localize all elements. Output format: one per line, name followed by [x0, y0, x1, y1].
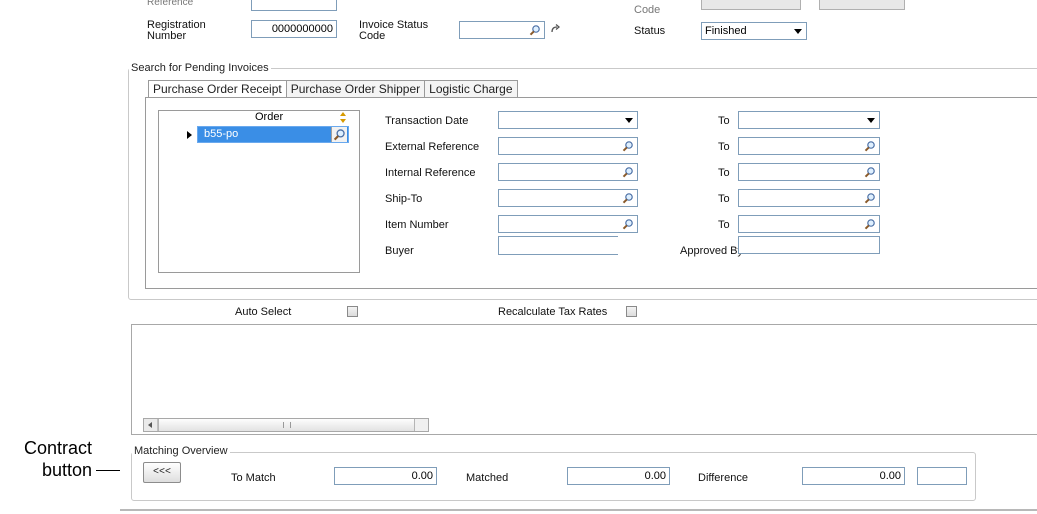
tab-purchase-order-shipper[interactable]: Purchase Order Shipper [285, 80, 426, 97]
window-bottom-border [120, 509, 1037, 511]
status-select-value: Finished [705, 25, 747, 37]
matching-overview-title: Matching Overview [132, 445, 230, 457]
item-number-from[interactable] [498, 215, 638, 233]
search-icon[interactable] [863, 139, 877, 153]
sort-arrow-icon [339, 112, 347, 123]
recalculate-tax-rates-checkbox[interactable] [626, 306, 637, 317]
order-cell: b55-po [204, 128, 239, 140]
contract-button[interactable]: <<< [143, 462, 181, 483]
refresh-arrow-icon[interactable] [549, 23, 561, 35]
difference-field[interactable]: 0.00 [802, 467, 905, 485]
annotation-line-2: button [41, 460, 92, 480]
currency-field[interactable] [917, 467, 967, 485]
registration-number-label: Registration Number [147, 19, 206, 42]
tab-logistic-charge[interactable]: Logistic Charge [424, 80, 518, 97]
external-reference-to[interactable] [738, 137, 880, 155]
row-indicator-icon [187, 131, 192, 139]
status-select[interactable]: Finished [701, 22, 807, 40]
to-match-label: To Match [231, 472, 276, 484]
registration-number-field[interactable]: 0000000000 [251, 20, 337, 38]
reference-field[interactable] [251, 0, 337, 11]
search-icon[interactable] [621, 139, 635, 153]
invoice-status-code-label: Invoice Status Code [359, 19, 429, 42]
search-icon[interactable] [621, 191, 635, 205]
invoice-status-code-field[interactable] [459, 21, 545, 39]
scroll-grip-icon [283, 422, 291, 428]
search-icon[interactable] [863, 191, 877, 205]
transaction-date-to[interactable] [738, 111, 880, 129]
chevron-down-icon [625, 118, 633, 123]
matched-label: Matched [466, 472, 509, 484]
ship-to-from[interactable] [498, 189, 638, 207]
matched-field[interactable]: 0.00 [567, 467, 670, 485]
order-grid[interactable]: Order b55-po [158, 110, 360, 273]
external-reference-from[interactable] [498, 137, 638, 155]
ship-to-to-label: To [718, 193, 730, 205]
invoice-status-lookup-icon[interactable] [528, 23, 542, 37]
status-label: Status [634, 25, 666, 37]
horizontal-scrollbar[interactable] [143, 418, 429, 432]
external-reference-label: External Reference [385, 141, 480, 153]
tab-purchase-order-receipt[interactable]: Purchase Order Receipt [148, 80, 287, 98]
approved-by-label: Approved By [680, 245, 743, 257]
search-icon[interactable] [863, 217, 877, 231]
order-column-header[interactable]: Order [197, 111, 349, 125]
internal-reference-to-label: To [718, 167, 730, 179]
annotation-line-1: Contract [23, 438, 92, 458]
table-row[interactable]: b55-po [197, 126, 349, 143]
order-lookup-icon[interactable] [331, 127, 347, 142]
internal-reference-to[interactable] [738, 163, 880, 181]
item-number-label: Item Number [385, 219, 449, 231]
internal-reference-label: Internal Reference [385, 167, 476, 179]
external-reference-to-label: To [718, 141, 730, 153]
transaction-date-from[interactable] [498, 111, 638, 129]
transaction-date-to-label: To [718, 115, 730, 127]
search-group-title: Search for Pending Invoices [129, 62, 271, 74]
chevron-down-icon [867, 118, 875, 123]
order-column-header-label: Order [255, 111, 284, 123]
item-number-to-label: To [718, 219, 730, 231]
search-tabs: Purchase Order Receipt Purchase Order Sh… [148, 80, 518, 98]
search-icon[interactable] [621, 217, 635, 231]
chevron-down-icon [794, 29, 802, 34]
approved-by-field[interactable] [738, 236, 880, 254]
buyer-field[interactable] [498, 236, 618, 255]
code-label: Code [634, 4, 661, 16]
ship-to-to[interactable] [738, 189, 880, 207]
scroll-thumb[interactable] [158, 419, 415, 431]
code-field-2 [819, 0, 905, 10]
scroll-left-arrow-icon[interactable] [144, 419, 158, 431]
recalculate-tax-rates-label: Recalculate Tax Rates [498, 306, 608, 318]
buyer-label: Buyer [385, 245, 414, 257]
internal-reference-from[interactable] [498, 163, 638, 181]
auto-select-checkbox[interactable] [347, 306, 358, 317]
reference-label: Reference [147, 0, 194, 8]
difference-label: Difference [698, 472, 748, 484]
annotation-pointer-line [96, 470, 120, 471]
transaction-date-label: Transaction Date [385, 115, 469, 127]
search-icon[interactable] [621, 165, 635, 179]
item-number-to[interactable] [738, 215, 880, 233]
search-icon[interactable] [863, 165, 877, 179]
annotation-text: Contract button [0, 437, 92, 481]
ship-to-label: Ship-To [385, 193, 423, 205]
auto-select-label: Auto Select [235, 306, 292, 318]
code-field-1 [701, 0, 801, 10]
to-match-field[interactable]: 0.00 [334, 467, 437, 485]
